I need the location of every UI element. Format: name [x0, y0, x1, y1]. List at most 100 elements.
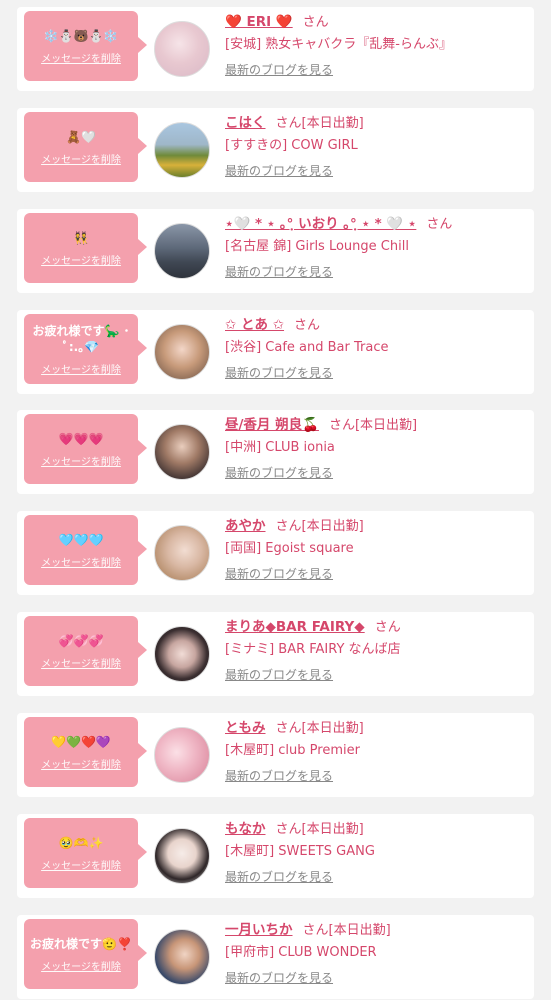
item-info: ⋆🤍 * ⋆ ｡°ฺ いおり ｡°ฺ ⋆ * 🤍 ⋆ さん [名古屋 錦] Gir…: [225, 213, 525, 281]
avatar[interactable]: [154, 727, 210, 783]
message-bubble: お疲れ様です🦕 ･ ﾟ:.｡💎 メッセージを削除: [24, 314, 147, 384]
message-text: 💞💞💞: [58, 633, 104, 648]
avatar[interactable]: [154, 122, 210, 178]
message-text: ❄️⛄🐻⛄❄️: [43, 28, 119, 43]
message-text: 🥹🫶✨: [58, 835, 104, 850]
delete-message-link[interactable]: メッセージを削除: [41, 756, 121, 771]
honorific: さん: [294, 318, 321, 333]
list-item: お疲れ様です🫡❣️ メッセージを削除 一月いちか さん[本日出勤] [甲府市] C…: [17, 915, 534, 999]
delete-message-link[interactable]: メッセージを削除: [41, 554, 121, 569]
cast-name-link[interactable]: ともみ: [225, 720, 266, 736]
list-item: 💛💚❤️💜 メッセージを削除 ともみ さん[本日出勤] [木屋町] club Pr…: [17, 713, 534, 797]
cast-name-link[interactable]: 一月いちか: [225, 922, 293, 938]
list-item: お疲れ様です🦕 ･ ﾟ:.｡💎 メッセージを削除 ✩ とあ ✩ さん [渋谷] C…: [17, 310, 534, 394]
list-item: 💗💗💗 メッセージを削除 昼/香月 朔良🍒 さん[本日出勤] [中洲] CLUB …: [17, 410, 534, 494]
message-text: お疲れ様です🦕 ･ ﾟ:.｡💎: [32, 323, 130, 354]
avatar[interactable]: [154, 424, 210, 480]
message-bubble: ❄️⛄🐻⛄❄️ メッセージを削除: [24, 11, 147, 81]
message-bubble: 💞💞💞 メッセージを削除: [24, 616, 147, 686]
item-info: もなか さん[本日出勤] [木屋町] SWEETS GANG 最新のブログを見る: [225, 818, 525, 886]
honorific: さん: [328, 418, 355, 433]
latest-blog-link[interactable]: 最新のブログを見る: [225, 360, 525, 382]
message-bubble: 🧸🤍 メッセージを削除: [24, 112, 147, 182]
cast-name-link[interactable]: こはく: [225, 115, 266, 131]
shop-name: [木屋町] club Premier: [225, 743, 360, 758]
message-bubble: 👯 メッセージを削除: [24, 213, 147, 283]
shop-name: [木屋町] SWEETS GANG: [225, 844, 375, 859]
shop-name: [すすきの] COW GIRL: [225, 138, 358, 153]
avatar[interactable]: [154, 929, 210, 985]
shop-name: [安城] 熟女キャバクラ『乱舞-らんぶ』: [225, 37, 452, 52]
cast-name-link[interactable]: もなか: [225, 821, 266, 837]
honorific: さん: [275, 519, 302, 534]
delete-message-link[interactable]: メッセージを削除: [41, 958, 121, 973]
item-info: あやか さん[本日出勤] [両国] Egoist square 最新のブログを見る: [225, 515, 525, 583]
message-text: 🧸🤍: [66, 129, 96, 144]
latest-blog-link[interactable]: 最新のブログを見る: [225, 57, 525, 79]
honorific: さん: [302, 923, 329, 938]
list-item: 💞💞💞 メッセージを削除 まりあ◆BAR FAIRY◆ さん [ミナミ] BAR …: [17, 612, 534, 696]
message-text: 🩵🩵🩵: [58, 532, 104, 547]
message-text: 👯: [73, 230, 89, 245]
latest-blog-link[interactable]: 最新のブログを見る: [225, 763, 525, 785]
delete-message-link[interactable]: メッセージを削除: [41, 151, 121, 166]
item-info: こはく さん[本日出勤] [すすきの] COW GIRL 最新のブログを見る: [225, 112, 525, 180]
latest-blog-link[interactable]: 最新のブログを見る: [225, 158, 525, 180]
latest-blog-link[interactable]: 最新のブログを見る: [225, 662, 525, 684]
list-item: 🧸🤍 メッセージを削除 こはく さん[本日出勤] [すすきの] COW GIRL …: [17, 108, 534, 192]
latest-blog-link[interactable]: 最新のブログを見る: [225, 460, 525, 482]
avatar[interactable]: [154, 525, 210, 581]
cast-name-link[interactable]: ✩ とあ ✩: [225, 317, 284, 333]
delete-message-link[interactable]: メッセージを削除: [41, 655, 121, 670]
avatar[interactable]: [154, 324, 210, 380]
item-info: まりあ◆BAR FAIRY◆ さん [ミナミ] BAR FAIRY なんば店 最新…: [225, 616, 525, 684]
latest-blog-link[interactable]: 最新のブログを見る: [225, 864, 525, 886]
shop-name: [名古屋 錦] Girls Lounge Chill: [225, 239, 409, 254]
shop-name: [ミナミ] BAR FAIRY なんば店: [225, 642, 401, 657]
honorific: さん: [302, 15, 329, 30]
cast-name-link[interactable]: 昼/香月 朔良🍒: [225, 417, 319, 433]
status-badge: [本日出勤]: [301, 116, 364, 131]
message-bubble: 💗💗💗 メッセージを削除: [24, 414, 147, 484]
shop-name: [甲府市] CLUB WONDER: [225, 945, 377, 960]
message-bubble: 🥹🫶✨ メッセージを削除: [24, 818, 147, 888]
item-info: 昼/香月 朔良🍒 さん[本日出勤] [中洲] CLUB ionia 最新のブログを…: [225, 414, 525, 482]
item-info: ❤️ ERI ❤️ さん [安城] 熟女キャバクラ『乱舞-らんぶ』 最新のブログを…: [225, 11, 525, 79]
latest-blog-link[interactable]: 最新のブログを見る: [225, 965, 525, 987]
item-info: ✩ とあ ✩ さん [渋谷] Cafe and Bar Trace 最新のブログを…: [225, 314, 525, 382]
latest-blog-link[interactable]: 最新のブログを見る: [225, 259, 525, 281]
honorific: さん: [275, 822, 302, 837]
status-badge: [本日出勤]: [301, 822, 364, 837]
honorific: さん: [374, 620, 401, 635]
delete-message-link[interactable]: メッセージを削除: [41, 50, 121, 65]
shop-name: [渋谷] Cafe and Bar Trace: [225, 340, 389, 355]
delete-message-link[interactable]: メッセージを削除: [41, 453, 121, 468]
list-item: 🥹🫶✨ メッセージを削除 もなか さん[本日出勤] [木屋町] SWEETS GA…: [17, 814, 534, 898]
message-text: お疲れ様です🫡❣️: [30, 936, 132, 951]
honorific: さん: [275, 721, 302, 736]
latest-blog-link[interactable]: 最新のブログを見る: [225, 561, 525, 583]
delete-message-link[interactable]: メッセージを削除: [41, 857, 121, 872]
avatar[interactable]: [154, 828, 210, 884]
item-info: 一月いちか さん[本日出勤] [甲府市] CLUB WONDER 最新のブログを見…: [225, 919, 525, 987]
cast-name-link[interactable]: ❤️ ERI ❤️: [225, 14, 293, 30]
message-bubble: お疲れ様です🫡❣️ メッセージを削除: [24, 919, 147, 989]
delete-message-link[interactable]: メッセージを削除: [41, 361, 121, 376]
list-item: 👯 メッセージを削除 ⋆🤍 * ⋆ ｡°ฺ いおり ｡°ฺ ⋆ * 🤍 ⋆ さん …: [17, 209, 534, 293]
message-bubble: 💛💚❤️💜 メッセージを削除: [24, 717, 147, 787]
honorific: さん: [275, 116, 302, 131]
delete-message-link[interactable]: メッセージを削除: [41, 252, 121, 267]
status-badge: [本日出勤]: [301, 519, 364, 534]
cast-name-link[interactable]: ⋆🤍 * ⋆ ｡°ฺ いおり ｡°ฺ ⋆ * 🤍 ⋆: [225, 216, 416, 232]
item-info: ともみ さん[本日出勤] [木屋町] club Premier 最新のブログを見る: [225, 717, 525, 785]
cast-name-link[interactable]: まりあ◆BAR FAIRY◆: [225, 619, 365, 635]
shop-name: [両国] Egoist square: [225, 541, 354, 556]
cast-name-link[interactable]: あやか: [225, 518, 266, 534]
avatar[interactable]: [154, 223, 210, 279]
avatar[interactable]: [154, 626, 210, 682]
avatar[interactable]: [154, 21, 210, 77]
honorific: さん: [426, 217, 453, 232]
message-text: 💛💚❤️💜: [51, 734, 111, 749]
status-badge: [本日出勤]: [301, 721, 364, 736]
message-bubble: 🩵🩵🩵 メッセージを削除: [24, 515, 147, 585]
